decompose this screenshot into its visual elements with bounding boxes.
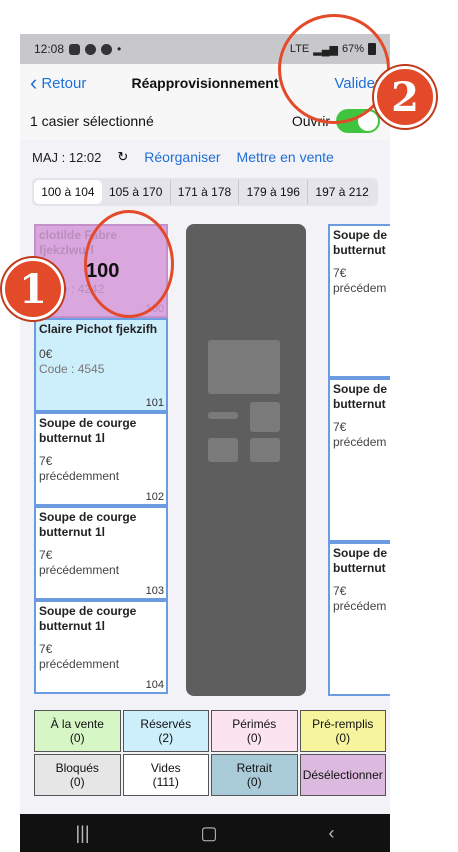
locker-title: Soupe de butternut xyxy=(333,382,388,411)
locker-title: Soupe de courge butternut 1l xyxy=(39,510,137,539)
gallery-icon xyxy=(69,43,81,55)
locker-price: 7€ xyxy=(333,584,347,598)
legend-prefilled[interactable]: Pré-remplis (0) xyxy=(299,710,386,752)
selection-count: 1 casier sélectionné xyxy=(30,113,154,129)
back-nav-icon[interactable]: ‹ xyxy=(329,823,335,844)
messenger-icon xyxy=(85,43,97,55)
status-legend: À la vente (0) Réservés (2) Périmés (0) Pré… xyxy=(34,710,386,796)
locker-screen-unit xyxy=(186,224,306,696)
tab-171-178[interactable]: 171 à 178 xyxy=(171,180,240,204)
tab-105-170[interactable]: 105 à 170 xyxy=(102,180,171,204)
tab-179-196[interactable]: 179 à 196 xyxy=(239,180,309,204)
locker-price: 7€ xyxy=(39,548,53,562)
locker-code: précédem xyxy=(333,281,387,295)
legend-label: À la vente xyxy=(50,717,104,731)
reorganize-button[interactable]: Réorganiser xyxy=(144,149,220,165)
locker-101[interactable]: Claire Pichot fjekzifh 0€ Code : 4545 10… xyxy=(34,318,168,412)
locker-price: 7€ xyxy=(333,420,347,434)
dot-icon: • xyxy=(117,42,122,56)
locker-102[interactable]: Soupe de courge butternut 1l 7€ précédem… xyxy=(34,412,168,506)
back-label: Retour xyxy=(41,74,87,92)
locker-right-2[interactable]: Soupe de butternut 7€ précédem xyxy=(328,378,390,542)
legend-reserved[interactable]: Réservés (2) xyxy=(122,710,209,752)
locker-grid: clotilde Fabre fjekzlwurl 100 Code : 424… xyxy=(34,220,390,696)
locker-code: précédem xyxy=(333,599,387,613)
legend-count: (111) xyxy=(152,775,179,789)
locker-price: 7€ xyxy=(39,454,53,468)
recent-apps-icon[interactable]: ||| xyxy=(75,823,89,844)
locker-title: Soupe de butternut xyxy=(333,228,388,257)
locker-code: précédemment xyxy=(39,563,120,577)
tab-100-104[interactable]: 100 à 104 xyxy=(34,180,102,204)
locker-title: Soupe de butternut xyxy=(333,546,388,575)
locker-code: Code : 4545 xyxy=(39,362,105,376)
messenger-icon xyxy=(101,43,113,55)
legend-pickup[interactable]: Retrait (0) xyxy=(211,754,298,796)
locker-title: Claire Pichot fjekzifh xyxy=(39,322,158,336)
legend-count: (2) xyxy=(158,731,174,745)
system-nav-bar: ||| ▢ ‹ xyxy=(20,814,390,852)
last-update: MAJ : 12:02 xyxy=(32,149,102,165)
legend-count: (0) xyxy=(246,775,262,789)
locker-number: 101 xyxy=(145,397,164,409)
locker-code: précédem xyxy=(333,435,387,449)
screen-block xyxy=(208,340,280,394)
legend-blocked[interactable]: Bloqués (0) xyxy=(34,754,121,796)
locker-code: précédemment xyxy=(39,469,120,483)
locker-104[interactable]: Soupe de courge butternut 1l 7€ précédem… xyxy=(34,600,168,694)
range-tabs: 100 à 104 105 à 170 171 à 178 179 à 196 … xyxy=(32,178,378,206)
phone-screen: 12:08 • LTE ▂▄▆ 67% ‹ Retour Réapprovisi… xyxy=(20,34,390,852)
locker-number: 103 xyxy=(145,585,164,597)
legend-label: Désélectionner xyxy=(302,768,383,782)
locker-price: 0€ xyxy=(39,347,53,361)
legend-empty[interactable]: Vides (111) xyxy=(122,754,209,796)
legend-label: Réservés xyxy=(140,717,192,731)
annotation-circle-1 xyxy=(84,210,174,318)
screen-block xyxy=(208,412,238,419)
sell-button[interactable]: Mettre en vente xyxy=(237,149,334,165)
status-time: 12:08 xyxy=(34,42,65,56)
legend-count: (0) xyxy=(335,731,351,745)
locker-right-1[interactable]: Soupe de butternut 7€ précédem xyxy=(328,224,390,378)
legend-label: Vides xyxy=(150,761,181,775)
screen-block xyxy=(208,438,238,462)
screen-block xyxy=(250,402,280,432)
legend-label: Retrait xyxy=(236,761,272,775)
legend-label: Pré-remplis xyxy=(312,717,374,731)
home-icon[interactable]: ▢ xyxy=(201,823,218,844)
legend-count: (0) xyxy=(69,775,85,789)
legend-count: (0) xyxy=(69,731,85,745)
legend-count: (0) xyxy=(246,731,262,745)
locker-title: Soupe de courge butternut 1l xyxy=(39,416,137,445)
locker-number: 104 xyxy=(145,679,164,691)
annotation-badge-2: 2 xyxy=(374,66,436,128)
back-button[interactable]: ‹ Retour xyxy=(30,72,86,94)
annotation-circle-2 xyxy=(278,14,390,124)
tab-197-212[interactable]: 197 à 212 xyxy=(308,180,376,204)
screen-block xyxy=(250,438,280,462)
legend-expired[interactable]: Périmés (0) xyxy=(211,710,298,752)
refresh-icon[interactable]: ↻ xyxy=(117,149,128,165)
locker-103[interactable]: Soupe de courge butternut 1l 7€ précédem… xyxy=(34,506,168,600)
action-row: MAJ : 12:02 ↻ Réorganiser Mettre en vent… xyxy=(20,140,390,174)
legend-for-sale[interactable]: À la vente (0) xyxy=(34,710,121,752)
legend-label: Périmés xyxy=(232,717,277,731)
chevron-left-icon: ‹ xyxy=(30,70,38,95)
locker-price: 7€ xyxy=(333,266,347,280)
locker-title: Soupe de courge butternut 1l xyxy=(39,604,137,633)
deselect-button[interactable]: Désélectionner xyxy=(299,754,386,796)
locker-number: 102 xyxy=(145,491,164,503)
annotation-badge-1: 1 xyxy=(2,258,64,320)
locker-price: 7€ xyxy=(39,642,53,656)
locker-right-3[interactable]: Soupe de butternut 7€ précédem xyxy=(328,542,390,696)
locker-code: précédemment xyxy=(39,657,120,671)
legend-label: Bloqués xyxy=(55,761,99,775)
